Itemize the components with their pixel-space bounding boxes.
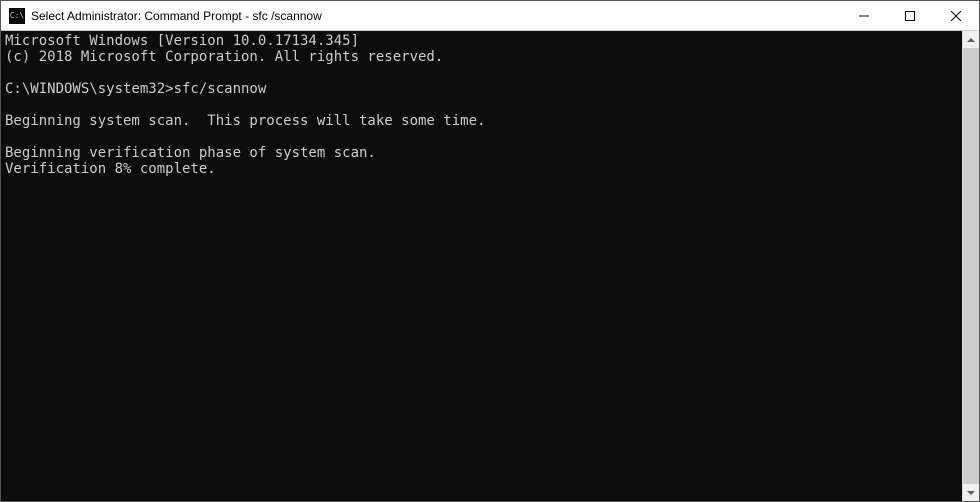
terminal-line: (c) 2018 Microsoft Corporation. All righ… xyxy=(5,49,443,65)
terminal-line: Microsoft Windows [Version 10.0.17134.34… xyxy=(5,33,359,49)
terminal-line: Verification 8% complete. xyxy=(5,161,216,177)
command-text: sfc/scannow xyxy=(174,81,267,97)
scrollbar-thumb[interactable] xyxy=(963,48,979,484)
prompt-text: C:\WINDOWS\system32> xyxy=(5,81,174,97)
vertical-scrollbar[interactable] xyxy=(962,31,979,501)
terminal-line: Beginning system scan. This process will… xyxy=(5,113,485,129)
minimize-button[interactable] xyxy=(841,1,887,30)
cmd-icon: C:\ xyxy=(9,8,25,24)
terminal-line: Beginning verification phase of system s… xyxy=(5,145,376,161)
maximize-button[interactable] xyxy=(887,1,933,30)
scrollbar-track[interactable] xyxy=(963,48,979,484)
content-area: Microsoft Windows [Version 10.0.17134.34… xyxy=(1,31,979,501)
window-controls xyxy=(841,1,979,30)
terminal-output[interactable]: Microsoft Windows [Version 10.0.17134.34… xyxy=(1,31,962,501)
close-button[interactable] xyxy=(933,1,979,30)
scroll-down-arrow-icon[interactable] xyxy=(963,484,979,501)
window-titlebar: C:\ Select Administrator: Command Prompt… xyxy=(1,1,979,31)
scroll-up-arrow-icon[interactable] xyxy=(963,31,979,48)
window-title: Select Administrator: Command Prompt - s… xyxy=(31,9,841,23)
